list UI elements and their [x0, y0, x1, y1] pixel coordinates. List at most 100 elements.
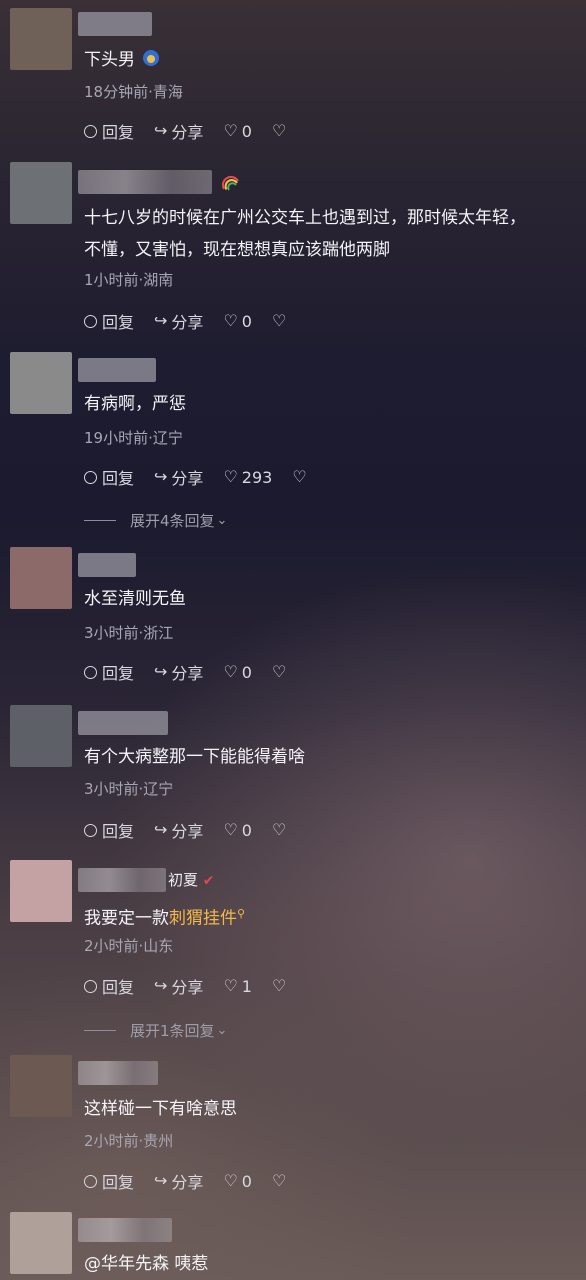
username-suffix[interactable]: 初夏 ✔	[168, 870, 215, 891]
share-arrow-icon: ↪	[154, 820, 168, 839]
comment-meta: 2小时前·贵州	[84, 1132, 174, 1150]
dislike-button[interactable]: ♡	[272, 313, 290, 329]
divider	[84, 520, 116, 521]
broken-heart-icon: ♡	[271, 1171, 287, 1190]
heart-icon: ♡	[223, 467, 238, 486]
fan-badge-icon	[143, 50, 160, 66]
expand-replies-button[interactable]: 展开1条回复 ⌄	[84, 1020, 227, 1041]
avatar[interactable]	[10, 1212, 72, 1274]
chevron-down-icon: ⌄	[216, 1023, 228, 1038]
like-button[interactable]: ♡ 0	[223, 1172, 252, 1191]
comment-text: 我要定一款刺猬挂件⚲	[84, 907, 246, 929]
username-redacted[interactable]	[78, 868, 166, 892]
like-button[interactable]: ♡ 0	[223, 821, 252, 840]
like-button[interactable]: ♡ 0	[223, 663, 252, 682]
comment-meta: 18分钟前·青海	[84, 83, 183, 101]
dislike-button[interactable]: ♡	[272, 978, 290, 994]
reply-button[interactable]: 回复	[84, 309, 134, 333]
comment-item-4: 水至清则无鱼 3小时前·浙江 回复 ↪ 分享 ♡ 0 ♡	[0, 545, 586, 705]
search-icon: ⚲	[237, 907, 246, 920]
reply-button[interactable]: 回复	[84, 1169, 134, 1193]
share-button[interactable]: ↪ 分享	[154, 1169, 203, 1193]
share-button[interactable]: ↪ 分享	[154, 309, 203, 333]
comment-text: 这样碰一下有啥意思	[84, 1099, 237, 1119]
share-button[interactable]: ↪ 分享	[154, 818, 203, 842]
divider	[84, 1030, 116, 1031]
like-button[interactable]: ♡ 0	[223, 312, 252, 331]
share-arrow-icon: ↪	[154, 662, 168, 681]
comment-meta: 19小时前·辽宁	[84, 429, 183, 447]
comment-text-line-2: 不懂，又害怕，现在想想真应该踹他两脚	[84, 240, 390, 260]
comment-text: 水至清则无鱼	[84, 589, 186, 609]
heart-icon: ♡	[223, 121, 238, 140]
heart-icon: ♡	[223, 820, 238, 839]
reply-button[interactable]: 回复	[84, 660, 134, 684]
broken-heart-icon: ♡	[271, 121, 287, 140]
comment-meta: 3小时前·辽宁	[84, 780, 174, 798]
dislike-button[interactable]: ♡	[272, 664, 290, 680]
reply-button[interactable]: 回复	[84, 465, 134, 489]
comment-actions: 回复 ↪ 分享 ♡ 1 ♡	[84, 973, 310, 999]
username-redacted[interactable]	[78, 358, 156, 382]
username-redacted[interactable]	[78, 170, 212, 194]
chevron-down-icon: ⌄	[216, 513, 228, 528]
heart-icon: ♡	[223, 976, 238, 995]
broken-heart-icon: ♡	[292, 467, 307, 486]
like-button[interactable]: ♡ 293	[223, 468, 272, 487]
avatar[interactable]	[10, 1055, 72, 1117]
heart-icon: ♡	[223, 311, 238, 330]
username-redacted[interactable]	[78, 1218, 172, 1242]
comment-actions: 回复 ↪ 分享 ♡ 0 ♡	[84, 118, 310, 144]
comment-meta: 2小时前·山东	[84, 937, 174, 955]
comment-meta: 3小时前·浙江	[84, 624, 174, 642]
avatar[interactable]	[10, 162, 72, 224]
comment-item-6: 初夏 ✔ 我要定一款刺猬挂件⚲ 2小时前·山东 回复 ↪ 分享 ♡ 1 ♡ 展开…	[0, 858, 586, 1053]
rainbow-icon	[222, 175, 239, 191]
username-redacted[interactable]	[78, 1061, 158, 1085]
comment-actions: 回复 ↪ 分享 ♡ 293 ♡	[84, 464, 331, 490]
comment-bubble-icon	[84, 979, 97, 993]
avatar[interactable]	[10, 860, 72, 922]
comment-actions: 回复 ↪ 分享 ♡ 0 ♡	[84, 659, 310, 685]
avatar[interactable]	[10, 705, 72, 767]
avatar[interactable]	[10, 547, 72, 609]
product-link[interactable]: 刺猬挂件	[169, 909, 237, 929]
avatar[interactable]	[10, 8, 72, 70]
like-button[interactable]: ♡ 1	[223, 977, 252, 996]
share-button[interactable]: ↪ 分享	[154, 119, 203, 143]
comment-text: @华年先森 咦惹	[84, 1254, 209, 1274]
like-button[interactable]: ♡ 0	[223, 122, 252, 141]
reply-button[interactable]: 回复	[84, 119, 134, 143]
expand-replies-button[interactable]: 展开4条回复 ⌄	[84, 510, 227, 531]
comment-bubble-icon	[84, 470, 97, 484]
comment-text-line-1: 十七八岁的时候在广州公交车上也遇到过，那时候太年轻，	[84, 208, 526, 228]
share-button[interactable]: ↪ 分享	[154, 974, 203, 998]
comment-meta: 1小时前·湖南	[84, 271, 174, 289]
username-redacted[interactable]	[78, 553, 136, 577]
username-redacted[interactable]	[78, 711, 168, 735]
share-arrow-icon: ↪	[154, 467, 168, 486]
avatar[interactable]	[10, 352, 72, 414]
broken-heart-icon: ♡	[271, 976, 287, 995]
share-button[interactable]: ↪ 分享	[154, 660, 203, 684]
comment-actions: 回复 ↪ 分享 ♡ 0 ♡	[84, 308, 310, 334]
share-button[interactable]: ↪ 分享	[154, 465, 203, 489]
dislike-button[interactable]: ♡	[272, 1173, 290, 1189]
comment-bubble-icon	[84, 823, 97, 837]
comment-bubble-icon	[84, 1174, 97, 1188]
comment-item-7: 这样碰一下有啥意思 2小时前·贵州 回复 ↪ 分享 ♡ 0 ♡	[0, 1053, 586, 1210]
share-arrow-icon: ↪	[154, 1171, 168, 1190]
broken-heart-icon: ♡	[271, 311, 287, 330]
comment-text: 有病啊，严惩	[84, 394, 186, 414]
comment-text: 下头男	[84, 46, 572, 74]
comment-bubble-icon	[84, 124, 97, 138]
comment-actions: 回复 ↪ 分享 ♡ 0 ♡	[84, 1168, 310, 1194]
comment-item-5: 有个大病整那一下能能得着啥 3小时前·辽宁 回复 ↪ 分享 ♡ 0 ♡	[0, 703, 586, 858]
username-redacted[interactable]	[78, 12, 152, 36]
reply-button[interactable]: 回复	[84, 818, 134, 842]
dislike-button[interactable]: ♡	[272, 123, 290, 139]
share-arrow-icon: ↪	[154, 976, 168, 995]
dislike-button[interactable]: ♡	[272, 822, 290, 838]
dislike-button[interactable]: ♡	[292, 469, 310, 485]
reply-button[interactable]: 回复	[84, 974, 134, 998]
